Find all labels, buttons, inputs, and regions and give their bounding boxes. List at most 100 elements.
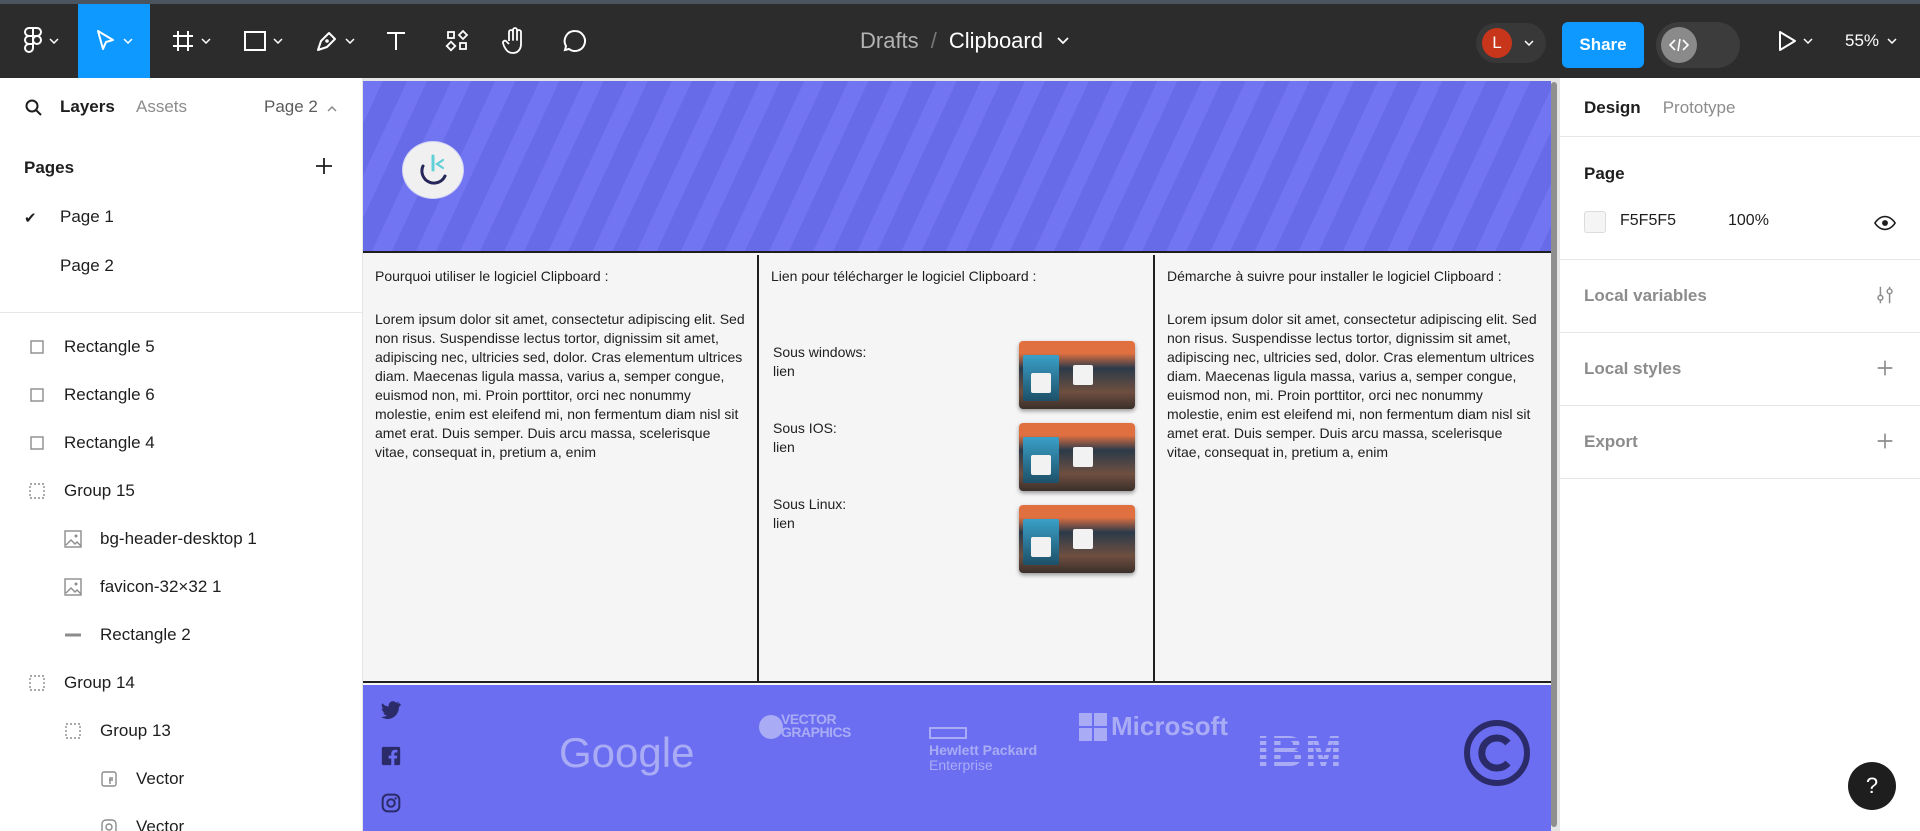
tab-design[interactable]: Design [1584, 98, 1641, 118]
column-download[interactable]: Lien pour télécharger le logiciel Clipbo… [759, 255, 1155, 683]
local-variables-label[interactable]: Local variables [1584, 286, 1707, 306]
layer-row[interactable]: Group 15 [28, 476, 135, 506]
chevron-down-icon [49, 38, 59, 44]
content-columns: Pourquoi utiliser le logiciel Clipboard … [363, 255, 1551, 683]
share-button[interactable]: Share [1562, 22, 1644, 68]
layer-row[interactable]: Group 14 [28, 668, 135, 698]
add-page-icon[interactable] [312, 154, 336, 178]
page-section-title: Page [1584, 164, 1625, 183]
page-color-hex[interactable]: F5F5F5 [1620, 212, 1676, 230]
layer-row[interactable]: Rectangle 4 [28, 428, 155, 458]
page-selector[interactable]: Page 2 [264, 97, 337, 117]
layer-row[interactable]: Rectangle 2 [64, 620, 191, 650]
layer-row[interactable]: Rectangle 5 [28, 332, 155, 362]
google-logo: Google [559, 729, 695, 776]
footer-band[interactable]: Google VECTOR GRAPHICS Hewlett Packard E… [363, 685, 1551, 831]
canvas-scrollbar[interactable] [1551, 82, 1557, 827]
page-opacity[interactable]: 100% [1728, 212, 1769, 230]
layer-name: Vector [136, 817, 185, 831]
help-button[interactable]: ? [1848, 762, 1896, 810]
dev-mode-toggle[interactable] [1656, 22, 1740, 68]
chevron-down-icon[interactable] [1057, 37, 1069, 45]
column-why[interactable]: Pourquoi utiliser le logiciel Clipboard … [363, 255, 759, 683]
file-name[interactable]: Clipboard [949, 28, 1043, 54]
main-menu-button[interactable] [18, 4, 64, 78]
present-button[interactable] [1770, 4, 1820, 78]
layer-row[interactable]: favicon-32×32 1 [64, 572, 221, 602]
page-item-2[interactable]: Page 2 [60, 256, 114, 276]
breadcrumb-drafts[interactable]: Drafts [860, 28, 919, 54]
layer-row[interactable]: Vector [100, 764, 184, 794]
group-icon [64, 722, 82, 740]
layer-row[interactable]: Group 13 [64, 716, 171, 746]
rectangle-icon [28, 386, 46, 404]
header-banner[interactable] [363, 81, 1551, 253]
download-link[interactable]: lien [773, 438, 837, 457]
text-icon [387, 32, 405, 50]
tab-layers[interactable]: Layers [60, 97, 115, 117]
hand-tool-button[interactable] [498, 4, 532, 78]
add-icon[interactable] [1874, 430, 1896, 452]
layer-row[interactable]: bg-header-desktop 1 [64, 524, 257, 554]
user-menu[interactable]: L [1476, 23, 1546, 63]
pen-tool-button[interactable] [310, 4, 360, 78]
download-row-windows: Sous windows: lien [773, 343, 866, 381]
comment-tool-button[interactable] [558, 4, 592, 78]
layer-name: Group 15 [64, 481, 135, 500]
column-install[interactable]: Démarche à suivre pour installer le logi… [1155, 255, 1551, 683]
page-item-1[interactable]: Page 1 [60, 207, 114, 227]
chevron-down-icon [273, 38, 283, 44]
page-color-swatch[interactable] [1584, 211, 1606, 233]
microsoft-logo: Microsoft [1079, 711, 1228, 742]
divider [1560, 136, 1920, 137]
layer-row[interactable]: Vector [100, 812, 184, 831]
chevron-down-icon [201, 38, 211, 44]
search-icon[interactable] [25, 99, 43, 117]
rectangle-icon [28, 338, 46, 356]
left-panel-tabs: Layers Assets Page 2 [0, 78, 362, 136]
clipboard-logo-icon [420, 154, 447, 185]
zoom-menu[interactable]: 55% [1845, 4, 1897, 78]
layer-name: Group 13 [100, 721, 171, 740]
column-title: Lien pour télécharger le logiciel Clipbo… [771, 268, 1037, 284]
layer-name: Rectangle 6 [64, 385, 155, 404]
clipboard-logo [402, 141, 464, 199]
tab-assets[interactable]: Assets [136, 97, 187, 117]
layer-name: favicon-32×32 1 [100, 577, 222, 596]
layer-name: Vector [136, 769, 185, 788]
layer-name: Rectangle 2 [100, 625, 191, 644]
play-icon [1779, 31, 1796, 51]
thumbnail-square [1073, 365, 1093, 385]
download-link[interactable]: lien [773, 362, 866, 381]
hpe-line1: Hewlett Packard [929, 742, 1038, 758]
header-texture [363, 81, 1551, 251]
design-frame[interactable]: Pourquoi utiliser le logiciel Clipboard … [363, 81, 1551, 831]
divider [1560, 259, 1920, 260]
group-icon [28, 482, 46, 500]
shape-tool-button[interactable] [238, 4, 288, 78]
os-label: Sous windows: [773, 344, 867, 360]
sliders-icon[interactable] [1874, 284, 1896, 306]
cursor-icon [97, 30, 114, 50]
export-label[interactable]: Export [1584, 432, 1638, 452]
left-panel: Layers Assets Page 2 Pages Page 1 ✔ Page… [0, 78, 363, 831]
frame-tool-button[interactable] [166, 4, 216, 78]
download-row-ios: Sous IOS: lien [773, 419, 837, 457]
resources-button[interactable] [440, 4, 474, 78]
divider [1560, 405, 1920, 406]
breadcrumb: Drafts / Clipboard [860, 4, 1069, 78]
move-tool-button[interactable] [78, 4, 150, 78]
local-styles-label[interactable]: Local styles [1584, 359, 1681, 379]
figma-logo-icon [24, 27, 42, 53]
canvas[interactable]: Pourquoi utiliser le logiciel Clipboard … [363, 78, 1559, 831]
vector-icon [100, 818, 118, 831]
code-icon [1661, 27, 1697, 63]
layer-name: Group 14 [64, 673, 135, 692]
layer-row[interactable]: Rectangle 6 [28, 380, 155, 410]
add-icon[interactable] [1874, 357, 1896, 379]
download-link[interactable]: lien [773, 514, 846, 533]
text-tool-button[interactable] [380, 4, 412, 78]
eye-icon[interactable] [1874, 212, 1896, 234]
tab-prototype[interactable]: Prototype [1663, 98, 1736, 118]
chevron-down-icon [1803, 38, 1813, 44]
